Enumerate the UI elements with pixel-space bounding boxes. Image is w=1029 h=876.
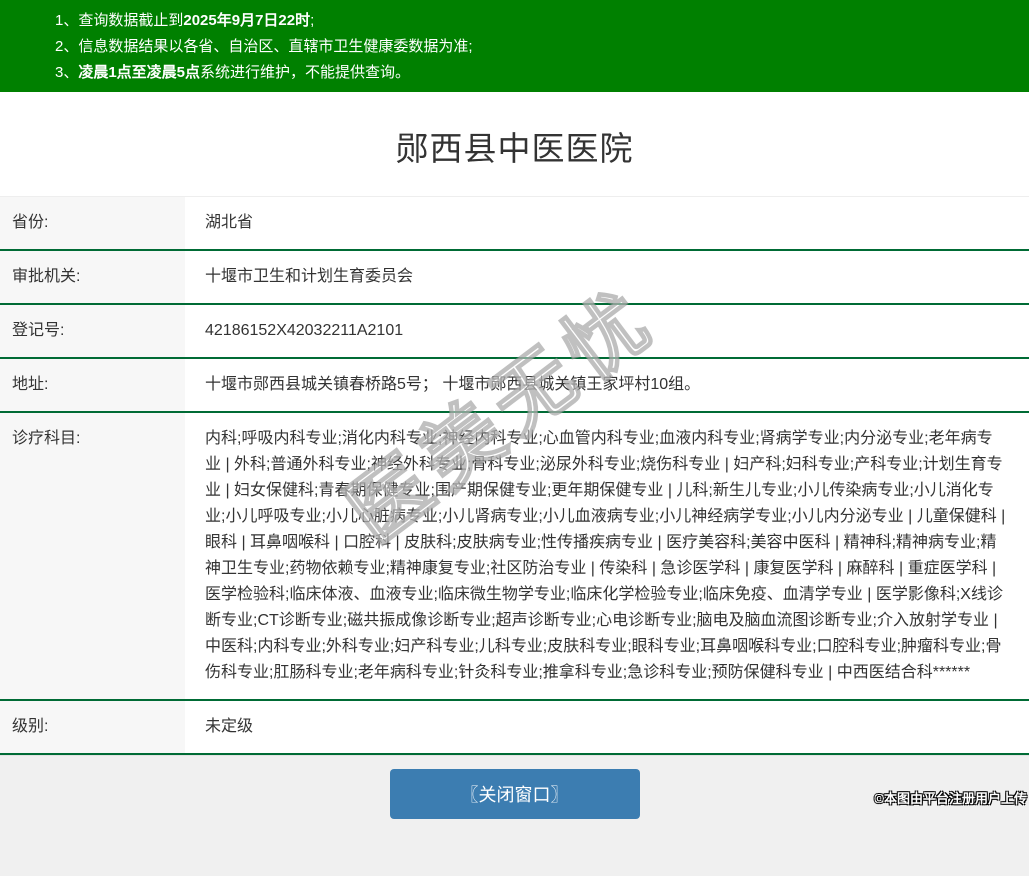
- footer-bar: 〖关闭窗口〗: [0, 755, 1029, 876]
- row-label: 诊疗科目:: [0, 412, 185, 701]
- table-row-approval-authority: 审批机关: 十堰市卫生和计划生育委员会: [0, 250, 1029, 305]
- table-row-registration-number: 登记号: 42186152X42032211A2101: [0, 304, 1029, 359]
- notice-number: 3、: [55, 64, 79, 81]
- row-value: 十堰市卫生和计划生育委员会: [185, 250, 1029, 305]
- table-row-province: 省份: 湖北省: [0, 196, 1029, 251]
- notice-text: 查询数据截止到: [78, 12, 184, 29]
- page-title: 郧西县中医医院: [395, 130, 634, 167]
- row-value: 十堰市郧西县城关镇春桥路5号； 十堰市郧西县城关镇王家坪村10组。: [185, 358, 1029, 413]
- notice-bold-text: 凌晨1点至凌晨5点: [78, 64, 201, 81]
- table-row-address: 地址: 十堰市郧西县城关镇春桥路5号； 十堰市郧西县城关镇王家坪村10组。: [0, 358, 1029, 413]
- notice-item-2: 2、信息数据结果以各省、自治区、直辖市卫生健康委数据为准;: [55, 34, 1009, 60]
- row-label: 级别:: [0, 700, 185, 755]
- row-value: 未定级: [185, 700, 1029, 755]
- row-label: 地址:: [0, 358, 185, 413]
- notice-number: 2、: [55, 38, 79, 55]
- notice-text: ;: [310, 12, 315, 29]
- row-label: 省份:: [0, 196, 185, 251]
- notice-text: 系统进行维护，不能提供查询。: [200, 64, 411, 81]
- notice-item-1: 1、查询数据截止到2025年9月7日22时;: [55, 8, 1009, 34]
- row-value: 内科;呼吸内科专业;消化内科专业;神经内科专业;心血管内科专业;血液内科专业;肾…: [185, 412, 1029, 701]
- table-row-level: 级别: 未定级: [0, 700, 1029, 755]
- row-value: 湖北省: [185, 196, 1029, 251]
- details-table: 省份: 湖北省 审批机关: 十堰市卫生和计划生育委员会 登记号: 4218615…: [0, 196, 1029, 755]
- table-row-medical-subjects: 诊疗科目: 内科;呼吸内科专业;消化内科专业;神经内科专业;心血管内科专业;血液…: [0, 412, 1029, 701]
- notice-item-3: 3、凌晨1点至凌晨5点系统进行维护，不能提供查询。: [55, 60, 1009, 86]
- row-label: 审批机关:: [0, 250, 185, 305]
- notice-number: 1、: [55, 12, 79, 29]
- notice-banner: 1、查询数据截止到2025年9月7日22时; 2、信息数据结果以各省、自治区、直…: [0, 0, 1029, 92]
- close-window-button[interactable]: 〖关闭窗口〗: [389, 769, 640, 819]
- notice-bold-text: 2025年9月7日22时: [183, 12, 311, 29]
- row-value: 42186152X42032211A2101: [185, 304, 1029, 359]
- notice-text: 信息数据结果以各省、自治区、直辖市卫生健康委数据为准;: [78, 38, 473, 55]
- row-label: 登记号:: [0, 304, 185, 359]
